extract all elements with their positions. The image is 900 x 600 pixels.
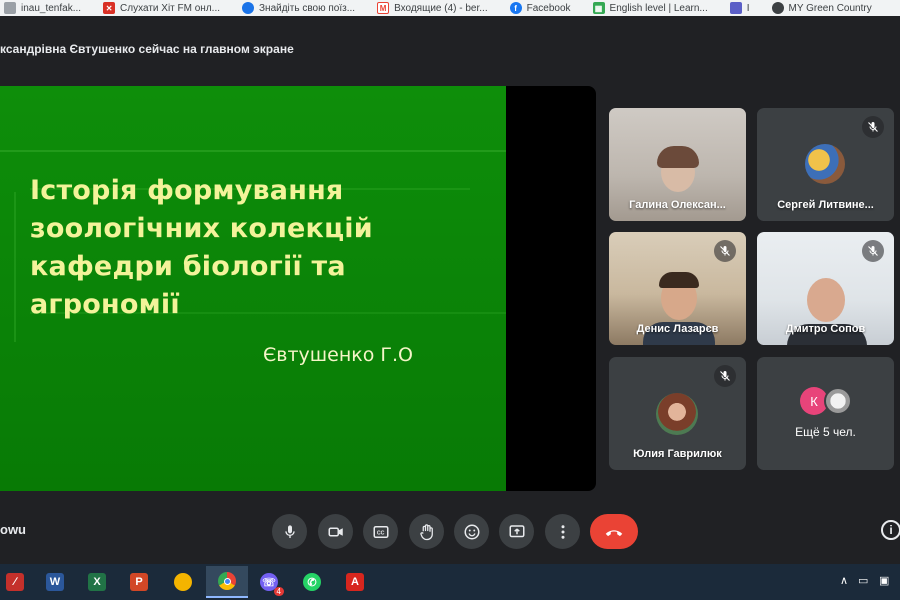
emoji-icon xyxy=(464,524,479,539)
more-participants-tile[interactable]: К Ещё 5 чел. xyxy=(757,357,894,470)
hang-up-icon xyxy=(605,529,623,536)
meeting-info-button[interactable]: i xyxy=(881,520,900,540)
word-icon: W xyxy=(46,573,64,591)
mic-off-icon xyxy=(714,365,736,387)
bookmark-english-level[interactable]: ▦ English level | Learn... xyxy=(589,0,726,16)
meet-header: ксандрівна Євтушенко сейчас на главном э… xyxy=(0,16,900,68)
participant-tile[interactable]: Галина Олексан... xyxy=(609,108,746,221)
network-icon[interactable]: ▣ xyxy=(879,574,889,587)
participant-name: Денис Лазарєв xyxy=(636,323,719,335)
raise-hand-button[interactable] xyxy=(409,514,444,549)
more-options-button[interactable] xyxy=(545,514,580,549)
whatsapp-icon: ✆ xyxy=(303,573,321,591)
mic-off-icon xyxy=(862,240,884,262)
taskbar-slides[interactable] xyxy=(168,566,198,598)
generic-icon xyxy=(4,2,16,14)
slide-title-line: агрономії xyxy=(30,289,180,320)
mic-off-icon xyxy=(714,240,736,262)
windows-taskbar: ∕ W X P ☏ 4 ✆ A xyxy=(0,564,900,600)
participant-tile[interactable]: Дмитро Сопов xyxy=(757,232,894,345)
train-icon xyxy=(242,2,254,14)
adobe-pdf-icon: A xyxy=(346,573,364,591)
slide-author: Євтушенко Г.О xyxy=(263,344,413,366)
bookmark-my-green-country[interactable]: MY Green Country xyxy=(768,0,890,16)
meeting-controls-bar: owu CC i xyxy=(0,500,900,562)
taskbar-excel[interactable]: X xyxy=(82,566,112,598)
slide-title: Історія формування зоологічних колекцій … xyxy=(30,172,500,324)
battery-icon[interactable]: ▭ xyxy=(858,574,868,587)
participant-tile[interactable]: Денис Лазарєв xyxy=(609,232,746,345)
bookmark-gmail[interactable]: M Входящие (4) - ber... xyxy=(373,0,506,16)
presenter-banner: ксандрівна Євтушенко сейчас на главном э… xyxy=(0,42,294,56)
participant-name: Дмитро Сопов xyxy=(785,323,866,335)
slide-decoration-line xyxy=(14,192,16,342)
microphone-button[interactable] xyxy=(272,514,307,549)
participant-hair xyxy=(657,146,699,168)
taskbar-whatsapp[interactable]: ✆ xyxy=(297,566,327,598)
taskbar-powerpoint[interactable]: P xyxy=(124,566,154,598)
microphone-icon xyxy=(284,524,295,538)
participant-name: Галина Олексан... xyxy=(629,199,726,211)
taskbar-viber[interactable]: ☏ 4 xyxy=(254,566,284,598)
facebook-icon: f xyxy=(509,2,522,14)
chrome-icon xyxy=(218,572,236,590)
camera-icon xyxy=(328,527,343,536)
captions-icon: CC xyxy=(373,525,388,538)
taskbar-chrome[interactable] xyxy=(206,566,248,598)
participant-name: Юлия Гаврилюк xyxy=(633,448,722,460)
bookmarks-bar: inau_tenfak... ✕ Слухати Хіт FM онл... Зн… xyxy=(0,0,900,16)
camera-button[interactable] xyxy=(318,514,353,549)
svg-text:CC: CC xyxy=(376,530,384,536)
learn-icon: ▦ xyxy=(592,2,605,14)
acrobat-reader-icon: ∕ xyxy=(6,573,24,591)
captions-button[interactable]: CC xyxy=(363,514,398,549)
avatar xyxy=(824,387,852,415)
bookmark-teams[interactable]: I xyxy=(726,0,768,16)
xit-fm-icon: ✕ xyxy=(103,2,116,14)
viber-badge: 4 xyxy=(273,587,284,596)
end-call-button[interactable] xyxy=(590,514,638,549)
taskbar-word[interactable]: W xyxy=(40,566,70,598)
slide: Історія формування зоологічних колекцій … xyxy=(0,86,506,491)
more-vert-icon xyxy=(561,524,564,539)
more-participants-label: Ещё 5 чел. xyxy=(795,425,856,439)
bookmark-inau[interactable]: inau_tenfak... xyxy=(0,0,99,16)
slides-icon xyxy=(174,573,192,591)
bookmark-train[interactable]: Знайдіть свою поїз... xyxy=(238,0,373,16)
mygreen-icon xyxy=(771,2,784,14)
taskbar-acrobat-reader[interactable]: ∕ xyxy=(0,566,30,598)
reactions-button[interactable] xyxy=(454,514,489,549)
participant-tile[interactable]: Сергей Литвине... xyxy=(757,108,894,221)
bookmark-xit-fm[interactable]: ✕ Слухати Хіт FM онл... xyxy=(99,0,238,16)
slide-title-line: зоологічних колекцій xyxy=(30,213,373,244)
avatar xyxy=(656,393,698,435)
hand-icon xyxy=(419,523,433,540)
participant-tile[interactable]: Юлия Гаврилюк xyxy=(609,357,746,470)
participant-name: Сергей Литвине... xyxy=(777,199,874,211)
participant-hair xyxy=(659,272,699,288)
slide-decoration-line xyxy=(0,150,506,152)
avatar xyxy=(805,144,845,184)
slide-title-line: кафедри біології та xyxy=(30,251,346,282)
taskbar-adobe-pdf[interactable]: A xyxy=(340,566,370,598)
meeting-code: owu xyxy=(0,522,26,537)
slide-title-line: Історія формування xyxy=(30,175,344,206)
powerpoint-icon: P xyxy=(130,573,148,591)
present-screen-button[interactable] xyxy=(499,514,534,549)
participant-face xyxy=(807,278,845,322)
presentation-area: Історія формування зоологічних колекцій … xyxy=(0,86,596,491)
gmail-icon: M xyxy=(377,2,390,14)
present-icon xyxy=(509,524,524,537)
excel-icon: X xyxy=(88,573,106,591)
mic-off-icon xyxy=(862,116,884,138)
bookmark-facebook[interactable]: f Facebook xyxy=(506,0,589,16)
tray-expand-icon[interactable]: ∧ xyxy=(840,574,848,587)
teams-icon xyxy=(729,2,742,14)
